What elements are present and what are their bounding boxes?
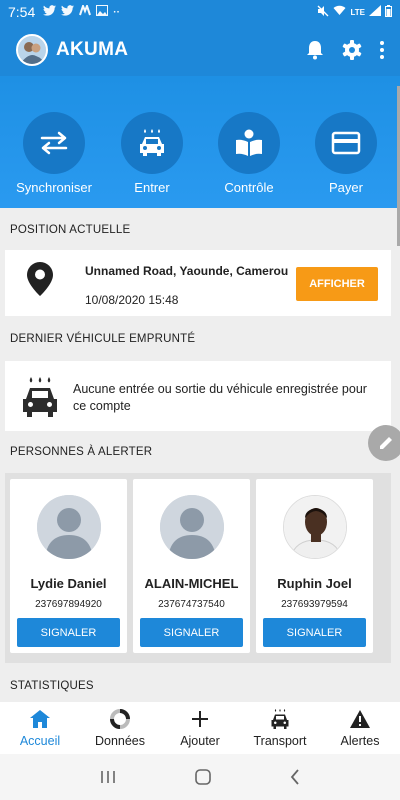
car-wash-icon xyxy=(121,112,183,174)
wifi-icon xyxy=(333,5,346,19)
bottom-navigation: Accueil Données Ajouter Transport Alerte… xyxy=(0,702,400,754)
system-navigation-bar xyxy=(0,754,400,800)
quick-action-sync[interactable]: Synchroniser xyxy=(14,112,94,195)
sync-arrows-icon xyxy=(23,112,85,174)
edit-pencil-icon[interactable] xyxy=(368,425,400,461)
position-datetime: 10/08/2020 15:48 xyxy=(85,293,179,307)
twitter-icon xyxy=(61,5,75,19)
twitter-icon xyxy=(43,5,57,19)
quick-action-pay[interactable]: Payer xyxy=(306,112,386,195)
quick-action-label: Synchroniser xyxy=(16,180,92,195)
profile-avatar[interactable] xyxy=(16,34,48,66)
car-wash-icon xyxy=(21,375,59,424)
nav-label: Transport xyxy=(253,734,307,748)
section-title-position: POSITION ACTUELLE xyxy=(10,224,131,236)
persons-list: Lydie Daniel 237697894920 SIGNALER ALAIN… xyxy=(5,473,391,663)
quick-action-control[interactable]: Contrôle xyxy=(209,112,289,195)
recent-apps-icon[interactable] xyxy=(100,770,116,784)
nav-item-transport[interactable]: Transport xyxy=(240,702,320,754)
person-card: Ruphin Joel 237693979594 SIGNALER xyxy=(256,479,373,653)
quick-actions-panel: Synchroniser Entrer Contrôle Payer xyxy=(0,76,400,208)
car-wash-icon xyxy=(270,708,290,730)
person-name: Ruphin Joel xyxy=(277,576,352,591)
vehicle-empty-message: Aucune entrée ou sortie du véhicule enre… xyxy=(73,382,367,413)
back-icon[interactable] xyxy=(290,769,300,785)
nav-label: Accueil xyxy=(19,734,61,748)
book-reader-icon xyxy=(218,112,280,174)
location-pin-icon xyxy=(27,262,53,301)
gear-icon[interactable] xyxy=(342,40,362,60)
nav-label: Données xyxy=(94,734,146,748)
app-title: AKUMA xyxy=(56,39,129,60)
image-icon xyxy=(96,5,109,19)
nav-label: Ajouter xyxy=(180,734,220,748)
quick-action-enter[interactable]: Entrer xyxy=(112,112,192,195)
person-avatar xyxy=(36,495,101,559)
battery-icon xyxy=(385,4,392,20)
nav-label: Alertes xyxy=(340,734,380,748)
signal-button[interactable]: SIGNALER xyxy=(17,618,120,647)
person-phone: 237674737540 xyxy=(158,599,225,610)
signal-button[interactable]: SIGNALER xyxy=(140,618,243,647)
mute-icon xyxy=(317,5,329,20)
person-photo xyxy=(282,495,347,559)
more-vertical-icon[interactable] xyxy=(380,41,384,59)
section-title-persons: PERSONNES À ALERTER xyxy=(10,446,153,458)
status-bar: 7:54 ·· LTE xyxy=(0,0,400,24)
person-card: ALAIN-MICHEL 237674737540 SIGNALER xyxy=(133,479,250,653)
app-bar: AKUMA xyxy=(0,24,400,76)
warning-triangle-icon xyxy=(350,708,370,730)
section-title-vehicle: DERNIER VÉHICULE EMPRUNTÉ xyxy=(10,333,196,345)
nav-item-data[interactable]: Données xyxy=(80,702,160,754)
nav-item-alerts[interactable]: Alertes xyxy=(320,702,400,754)
credit-card-icon xyxy=(315,112,377,174)
nav-item-add[interactable]: Ajouter xyxy=(160,702,240,754)
show-position-button[interactable]: AFFICHER xyxy=(296,267,378,301)
person-name: ALAIN-MICHEL xyxy=(144,576,239,591)
plus-icon xyxy=(192,708,208,730)
bell-icon[interactable] xyxy=(306,40,324,60)
signal-button[interactable]: SIGNALER xyxy=(263,618,366,647)
home-button-icon[interactable] xyxy=(195,769,211,785)
position-card: Unnamed Road, Yaounde, Camerou 10/08/202… xyxy=(5,250,391,316)
person-name: Lydie Daniel xyxy=(30,576,107,591)
network-label: LTE xyxy=(350,7,365,17)
vehicle-card: Aucune entrée ou sortie du véhicule enre… xyxy=(5,361,391,431)
position-address: Unnamed Road, Yaounde, Camerou xyxy=(85,264,289,278)
person-phone: 237693979594 xyxy=(281,599,348,610)
loading-ring-icon xyxy=(109,708,131,730)
person-phone: 237697894920 xyxy=(35,599,102,610)
more-dots-icon: ·· xyxy=(113,6,120,18)
section-title-statistics: STATISTIQUES xyxy=(10,680,94,692)
app-notification-icon xyxy=(79,3,92,19)
home-icon xyxy=(30,708,50,730)
person-card: Lydie Daniel 237697894920 SIGNALER xyxy=(10,479,127,653)
nav-item-home[interactable]: Accueil xyxy=(0,702,80,754)
quick-action-label: Contrôle xyxy=(224,180,274,195)
person-avatar xyxy=(159,495,224,559)
quick-action-label: Entrer xyxy=(134,180,170,195)
status-time: 7:54 xyxy=(8,4,36,20)
signal-icon xyxy=(369,5,381,19)
quick-action-label: Payer xyxy=(329,180,363,195)
